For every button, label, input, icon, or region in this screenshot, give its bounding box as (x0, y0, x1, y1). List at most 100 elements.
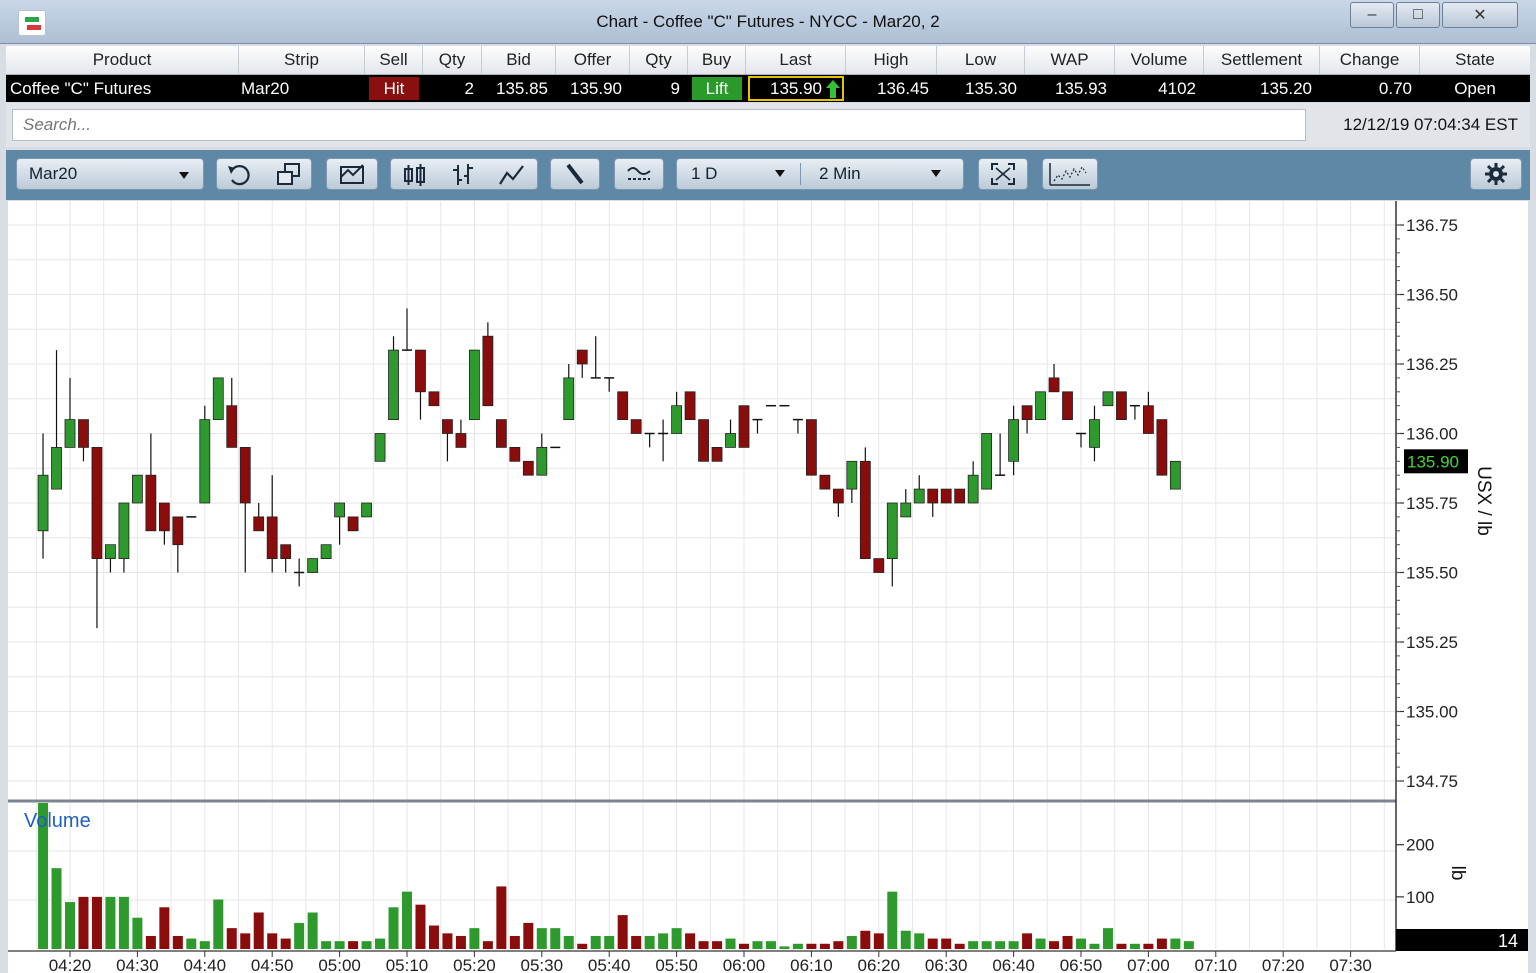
maximize-button[interactable]: □ (1396, 2, 1440, 28)
title-bar[interactable]: Chart - Coffee "C" Futures - NYCC - Mar2… (0, 0, 1536, 44)
header-product[interactable]: Product (6, 46, 239, 74)
candle-body (132, 474, 143, 504)
volume-bar (941, 938, 952, 949)
header-offer[interactable]: Offer (556, 46, 630, 74)
envelope-chart-icon[interactable] (326, 158, 378, 190)
volume-bar (900, 930, 911, 949)
time-tick-label: 04:30 (116, 956, 159, 973)
header-volume[interactable]: Volume (1115, 46, 1204, 74)
bid-qty-cell: 2 (464, 78, 474, 98)
candle-body (212, 377, 224, 420)
hit-button[interactable]: Hit (369, 77, 419, 100)
volume-bar (887, 891, 898, 949)
volume-last-label: 14 (1498, 931, 1518, 951)
price-tick-label: 136.75 (1406, 216, 1458, 235)
candle-body (1035, 391, 1046, 421)
close-button[interactable]: ✕ (1442, 2, 1518, 28)
candle (859, 447, 871, 559)
quote-row[interactable]: Coffee "C" Futures Mar20 Hit 2 135.85 13… (6, 75, 1530, 102)
last-price-cell: 135.90 (748, 76, 844, 101)
volume-bar (280, 938, 291, 949)
draw-line-icon[interactable] (550, 158, 600, 190)
candle-body (415, 349, 426, 393)
chevron-down-icon (775, 170, 785, 177)
volume-profile-icon[interactable] (1042, 158, 1098, 190)
lift-button[interactable]: Lift (692, 77, 742, 100)
header-bid[interactable]: Bid (482, 46, 556, 74)
undo-icon[interactable] (225, 162, 255, 188)
gear-icon (1485, 163, 1507, 185)
header-offer-qty[interactable]: Qty (630, 46, 688, 74)
ohlc-bar-icon[interactable] (449, 162, 477, 188)
price-chart[interactable]: Volume 136.75 136.50 136.25 136.00 135.75 135… (8, 201, 1528, 973)
candlestick-icon[interactable] (401, 162, 429, 188)
price-axis[interactable]: 136.75 136.50 136.25 136.00 135.75 135.50 135.… (1396, 216, 1468, 791)
offer-cell[interactable]: 135.90 (556, 75, 630, 102)
bid-cell[interactable]: 135.85 (482, 75, 556, 102)
candle-body (266, 516, 278, 559)
settings-button[interactable] (1470, 158, 1522, 190)
price-tick-label: 136.25 (1406, 355, 1458, 374)
candle-body (806, 419, 817, 476)
volume-bar (428, 925, 439, 949)
expand-icon[interactable] (978, 158, 1028, 190)
header-last[interactable]: Last (746, 46, 846, 74)
candle-body (172, 516, 184, 546)
chart-toolbar: Mar20 1 D 2 Min (6, 150, 1530, 200)
candle (347, 516, 359, 532)
header-change[interactable]: Change (1320, 46, 1420, 74)
volume-bar (78, 896, 89, 949)
header-sell[interactable]: Sell (365, 46, 423, 74)
candle-body (145, 474, 157, 532)
minimize-button[interactable]: – (1350, 2, 1394, 28)
price-tick-label: 135.00 (1406, 703, 1458, 722)
header-settlement[interactable]: Settlement (1204, 46, 1320, 74)
low-cell: 135.30 (965, 78, 1017, 98)
chevron-down-icon (931, 170, 941, 177)
time-tick-label: 07:20 (1262, 956, 1305, 973)
search-input[interactable] (12, 109, 1306, 141)
period-select[interactable]: 1 D (677, 159, 799, 189)
volume-bar (159, 907, 170, 949)
candle-body (698, 419, 709, 462)
volume-bar (145, 935, 156, 949)
candle-body (1021, 405, 1033, 420)
header-wap[interactable]: WAP (1025, 46, 1115, 74)
volume-bar (132, 917, 143, 949)
candle (307, 558, 319, 573)
volume-bar (1170, 938, 1181, 949)
header-state[interactable]: State (1420, 46, 1530, 74)
header-low[interactable]: Low (937, 46, 1025, 74)
period-value: 1 D (691, 164, 718, 183)
volume-bar (725, 938, 736, 949)
volume-bar (1089, 943, 1100, 949)
header-strip[interactable]: Strip (239, 46, 365, 74)
volume-bar (334, 941, 345, 949)
header-buy[interactable]: Buy (688, 46, 746, 74)
volume-bar (442, 933, 453, 949)
candle (819, 474, 831, 490)
candle-body (1143, 405, 1154, 434)
volume-bar (685, 933, 696, 949)
copy-window-icon[interactable] (275, 162, 303, 188)
volume-bar (51, 868, 62, 949)
strip-cell: Mar20 (241, 78, 290, 98)
candle-body (253, 516, 265, 532)
volume-bar (577, 943, 588, 949)
candle-body (954, 488, 966, 504)
candle (361, 502, 372, 518)
last-price-label: 135.90 (1407, 452, 1459, 471)
interval-select[interactable]: 2 Min (801, 159, 963, 189)
candle-body (684, 391, 696, 421)
candle (374, 433, 386, 462)
header-bid-qty[interactable]: Qty (423, 46, 482, 74)
line-chart-icon[interactable] (497, 162, 527, 188)
time-axis[interactable]: 04:20 04:30 04:40 04:50 05:00 05:10 05:20 05:30… (8, 950, 1528, 973)
quote-board: Product Strip Sell Qty Bid Offer Qty Buy… (6, 46, 1530, 102)
candle-body (563, 377, 575, 420)
time-tick-label: 05:30 (521, 956, 564, 973)
header-high[interactable]: High (846, 46, 937, 74)
candle-body (455, 433, 467, 448)
indicator-icon[interactable] (614, 158, 664, 190)
contract-select[interactable]: Mar20 (16, 158, 204, 190)
